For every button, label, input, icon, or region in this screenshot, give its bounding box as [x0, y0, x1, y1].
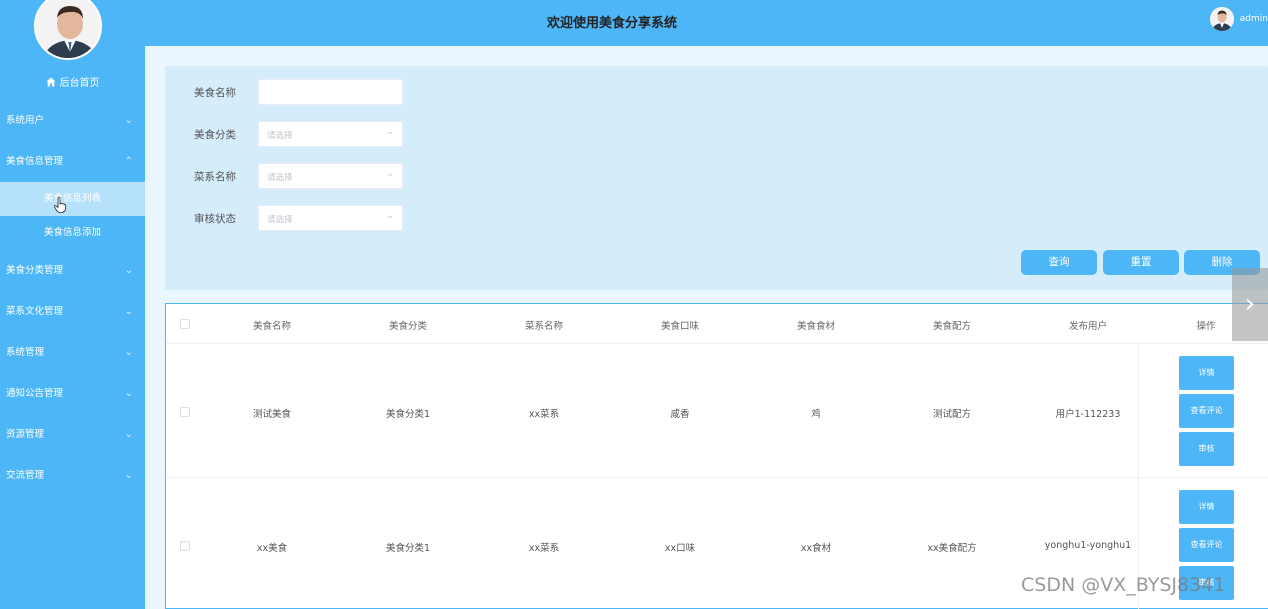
reset-button[interactable]: 重置 [1103, 250, 1179, 275]
column-header[interactable]: 美食分类 [368, 318, 448, 332]
sidebar-home[interactable]: 后台首页 [0, 74, 145, 90]
table-cell: xx口味 [664, 543, 696, 554]
food-category-label: 美食分类 [194, 129, 236, 141]
sidebar-item-label: 菜系文化管理 [6, 306, 64, 317]
table-cell: xx菜系 [528, 543, 560, 554]
cuisine-name-label: 菜系名称 [194, 171, 236, 183]
select-placeholder: 请选择 [267, 173, 293, 183]
chevron-down-icon: ⌄ [124, 429, 133, 440]
table-cell: 咸香 [670, 409, 690, 420]
page-title: 欢迎使用美食分享系统 [546, 16, 677, 31]
chevron-up-icon: ⌃ [124, 156, 133, 167]
column-header[interactable]: 美食食材 [776, 318, 856, 332]
table-cell: 美食分类1 [385, 409, 431, 420]
sidebar-menu: 系统用户 ⌄ 美食信息管理 ⌃ 美食信息列表 美食信息添加 美食分类管理 ⌄ 菜系文化… [0, 100, 145, 496]
column-header[interactable]: 发布用户 [1048, 318, 1128, 332]
view-comments-button[interactable]: 查看评论 [1179, 394, 1234, 428]
data-table: 美食名称 美食分类 菜系名称 美食口味 美食食材 美食配方 发布用户 操作 测试… [165, 303, 1268, 609]
chevron-right-icon[interactable]: › [1232, 268, 1268, 341]
view-comments-button[interactable]: 查看评论 [1179, 528, 1234, 562]
table-row: 测试美食 美食分类1 xx菜系 咸香 鸡 测试配方 用户1-112233 详情 … [166, 344, 1268, 478]
sidebar-item-system-users[interactable]: 系统用户 ⌄ [0, 100, 145, 141]
table-cell: 测试配方 [932, 409, 971, 420]
sidebar-item-resources[interactable]: 资源管理 ⌄ [0, 414, 145, 455]
food-category-select[interactable]: 请选择 ⌄ [258, 121, 403, 147]
query-button[interactable]: 查询 [1021, 250, 1097, 275]
detail-button[interactable]: 详情 [1179, 356, 1234, 390]
table-cell: xx美食 [256, 543, 288, 554]
search-panel: 美食名称 美食分类 请选择 ⌄ 菜系名称 请选择 ⌄ 审核状态 请选择 ⌄ 查询 重置… [165, 66, 1268, 290]
sidebar-item-system-manage[interactable]: 系统管理 ⌄ [0, 332, 145, 373]
top-header: 欢迎使用美食分享系统 admin [145, 0, 1268, 46]
column-header[interactable]: 美食配方 [912, 318, 992, 332]
chevron-down-icon: ⌄ [124, 470, 133, 481]
table-cell: 美食分类1 [385, 543, 431, 554]
chevron-down-icon: ⌄ [124, 388, 133, 399]
chevron-down-icon: ⌄ [124, 306, 133, 317]
home-icon [46, 77, 56, 90]
sidebar-item-label: 系统用户 [6, 115, 45, 126]
sidebar-item-exchange[interactable]: 交流管理 ⌄ [0, 455, 145, 496]
chevron-down-icon: ⌄ [386, 127, 394, 137]
row-checkbox[interactable] [180, 541, 190, 551]
chevron-down-icon: ⌄ [124, 347, 133, 358]
column-header[interactable]: 美食名称 [232, 318, 312, 332]
column-divider [1138, 344, 1139, 477]
sidebar-item-cuisine-culture[interactable]: 菜系文化管理 ⌄ [0, 291, 145, 332]
table-cell: 测试美食 [252, 409, 291, 420]
sidebar-item-label: 通知公告管理 [6, 388, 64, 399]
avatar[interactable] [34, 0, 102, 60]
table-cell: yonghu1-yonghu1 [1044, 540, 1132, 551]
user-menu[interactable]: admin [1209, 5, 1268, 33]
review-status-select[interactable]: 请选择 ⌄ [258, 205, 403, 231]
sidebar-item-notice[interactable]: 通知公告管理 ⌄ [0, 373, 145, 414]
sidebar: 后台首页 系统用户 ⌄ 美食信息管理 ⌃ 美食信息列表 美食信息添加 美食分类管理 ⌄… [0, 0, 145, 609]
select-placeholder: 请选择 [267, 215, 293, 225]
column-header[interactable]: 菜系名称 [504, 318, 584, 332]
select-all-checkbox[interactable] [180, 319, 190, 329]
row-checkbox[interactable] [180, 407, 190, 417]
review-status-label: 审核状态 [194, 213, 236, 225]
table-cell: 用户1-112233 [1055, 409, 1121, 420]
sidebar-item-food-category[interactable]: 美食分类管理 ⌄ [0, 250, 145, 291]
cuisine-name-select[interactable]: 请选择 ⌄ [258, 163, 403, 189]
chevron-down-icon: ⌄ [124, 115, 133, 126]
select-placeholder: 请选择 [267, 131, 293, 141]
sidebar-home-label: 后台首页 [59, 78, 100, 89]
sidebar-subitem-food-list[interactable]: 美食信息列表 [0, 182, 145, 216]
hand-cursor-icon [54, 197, 66, 213]
sidebar-subitem-food-add[interactable]: 美食信息添加 [0, 216, 145, 250]
review-button[interactable]: 审核 [1179, 432, 1234, 466]
sidebar-item-food-info[interactable]: 美食信息管理 ⌃ [0, 141, 145, 182]
table-cell: xx美食配方 [927, 543, 977, 554]
chevron-down-icon: ⌄ [124, 265, 133, 276]
username: admin [1239, 14, 1268, 24]
table-header: 美食名称 美食分类 菜系名称 美食口味 美食食材 美食配方 发布用户 操作 [166, 304, 1268, 344]
table-cell: xx菜系 [528, 409, 560, 420]
chevron-down-icon: ⌄ [386, 169, 394, 179]
sidebar-item-label: 系统管理 [6, 347, 45, 358]
sidebar-item-label: 交流管理 [6, 470, 45, 481]
food-name-label: 美食名称 [194, 87, 236, 99]
sidebar-item-label: 美食分类管理 [6, 265, 64, 276]
sidebar-item-label: 资源管理 [6, 429, 45, 440]
food-name-input[interactable] [258, 79, 403, 105]
detail-button[interactable]: 详情 [1179, 490, 1234, 524]
avatar [1209, 7, 1234, 31]
chevron-down-icon: ⌄ [386, 211, 394, 221]
table-cell: 鸡 [811, 409, 821, 420]
sidebar-item-label: 美食信息管理 [6, 156, 64, 167]
table-cell: xx食材 [800, 543, 832, 554]
column-header[interactable]: 美食口味 [640, 318, 720, 332]
watermark: CSDN @VX_BYSJ8341 [1021, 574, 1226, 596]
